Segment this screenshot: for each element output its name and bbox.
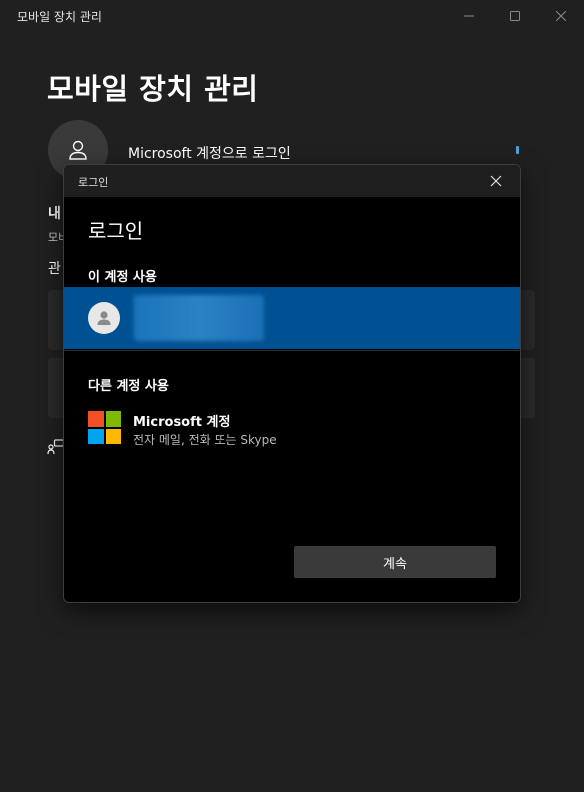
redacted-account-name: [134, 295, 264, 341]
person-icon: [69, 140, 87, 160]
minimize-icon: [464, 15, 474, 17]
avatar: [88, 302, 120, 334]
use-this-account-label: 이 계정 사용: [88, 270, 157, 285]
dialog-heading: 로그인: [88, 219, 144, 243]
microsoft-logo-icon: [88, 411, 121, 444]
section-title: 내: [48, 206, 61, 222]
signin-dialog: 로그인 로그인 이 계정 사용 다른 계정 사용 Microsoft 계정 전자…: [63, 164, 521, 603]
dialog-title: 로그인: [78, 176, 109, 189]
close-button[interactable]: [538, 0, 584, 32]
microsoft-account-option[interactable]: Microsoft 계정 전자 메일, 전화 또는 Skype: [88, 409, 488, 449]
person-icon: [97, 311, 111, 325]
window-title: 모바일 장치 관리: [17, 10, 102, 24]
page-title: 모바일 장치 관리: [47, 72, 259, 106]
manage-heading: 관: [48, 261, 61, 277]
microsoft-option-subtitle: 전자 메일, 전화 또는 Skype: [133, 433, 277, 447]
microsoft-option-title: Microsoft 계정: [133, 415, 231, 430]
dialog-close-button[interactable]: [478, 165, 514, 197]
maximize-icon: [510, 11, 520, 21]
close-icon: [490, 175, 502, 187]
minimize-button[interactable]: [446, 0, 492, 32]
maximize-button[interactable]: [492, 0, 538, 32]
continue-button[interactable]: 계속: [294, 546, 496, 578]
dialog-titlebar: 로그인: [64, 165, 520, 197]
account-option-selected[interactable]: [64, 287, 520, 349]
divider: [64, 350, 520, 351]
other-account-label: 다른 계정 사용: [88, 379, 169, 394]
info-indicator: [516, 146, 519, 154]
signin-link[interactable]: Microsoft 계정으로 로그인: [128, 143, 291, 163]
window-titlebar: 모바일 장치 관리: [0, 0, 584, 32]
close-icon: [556, 11, 566, 21]
